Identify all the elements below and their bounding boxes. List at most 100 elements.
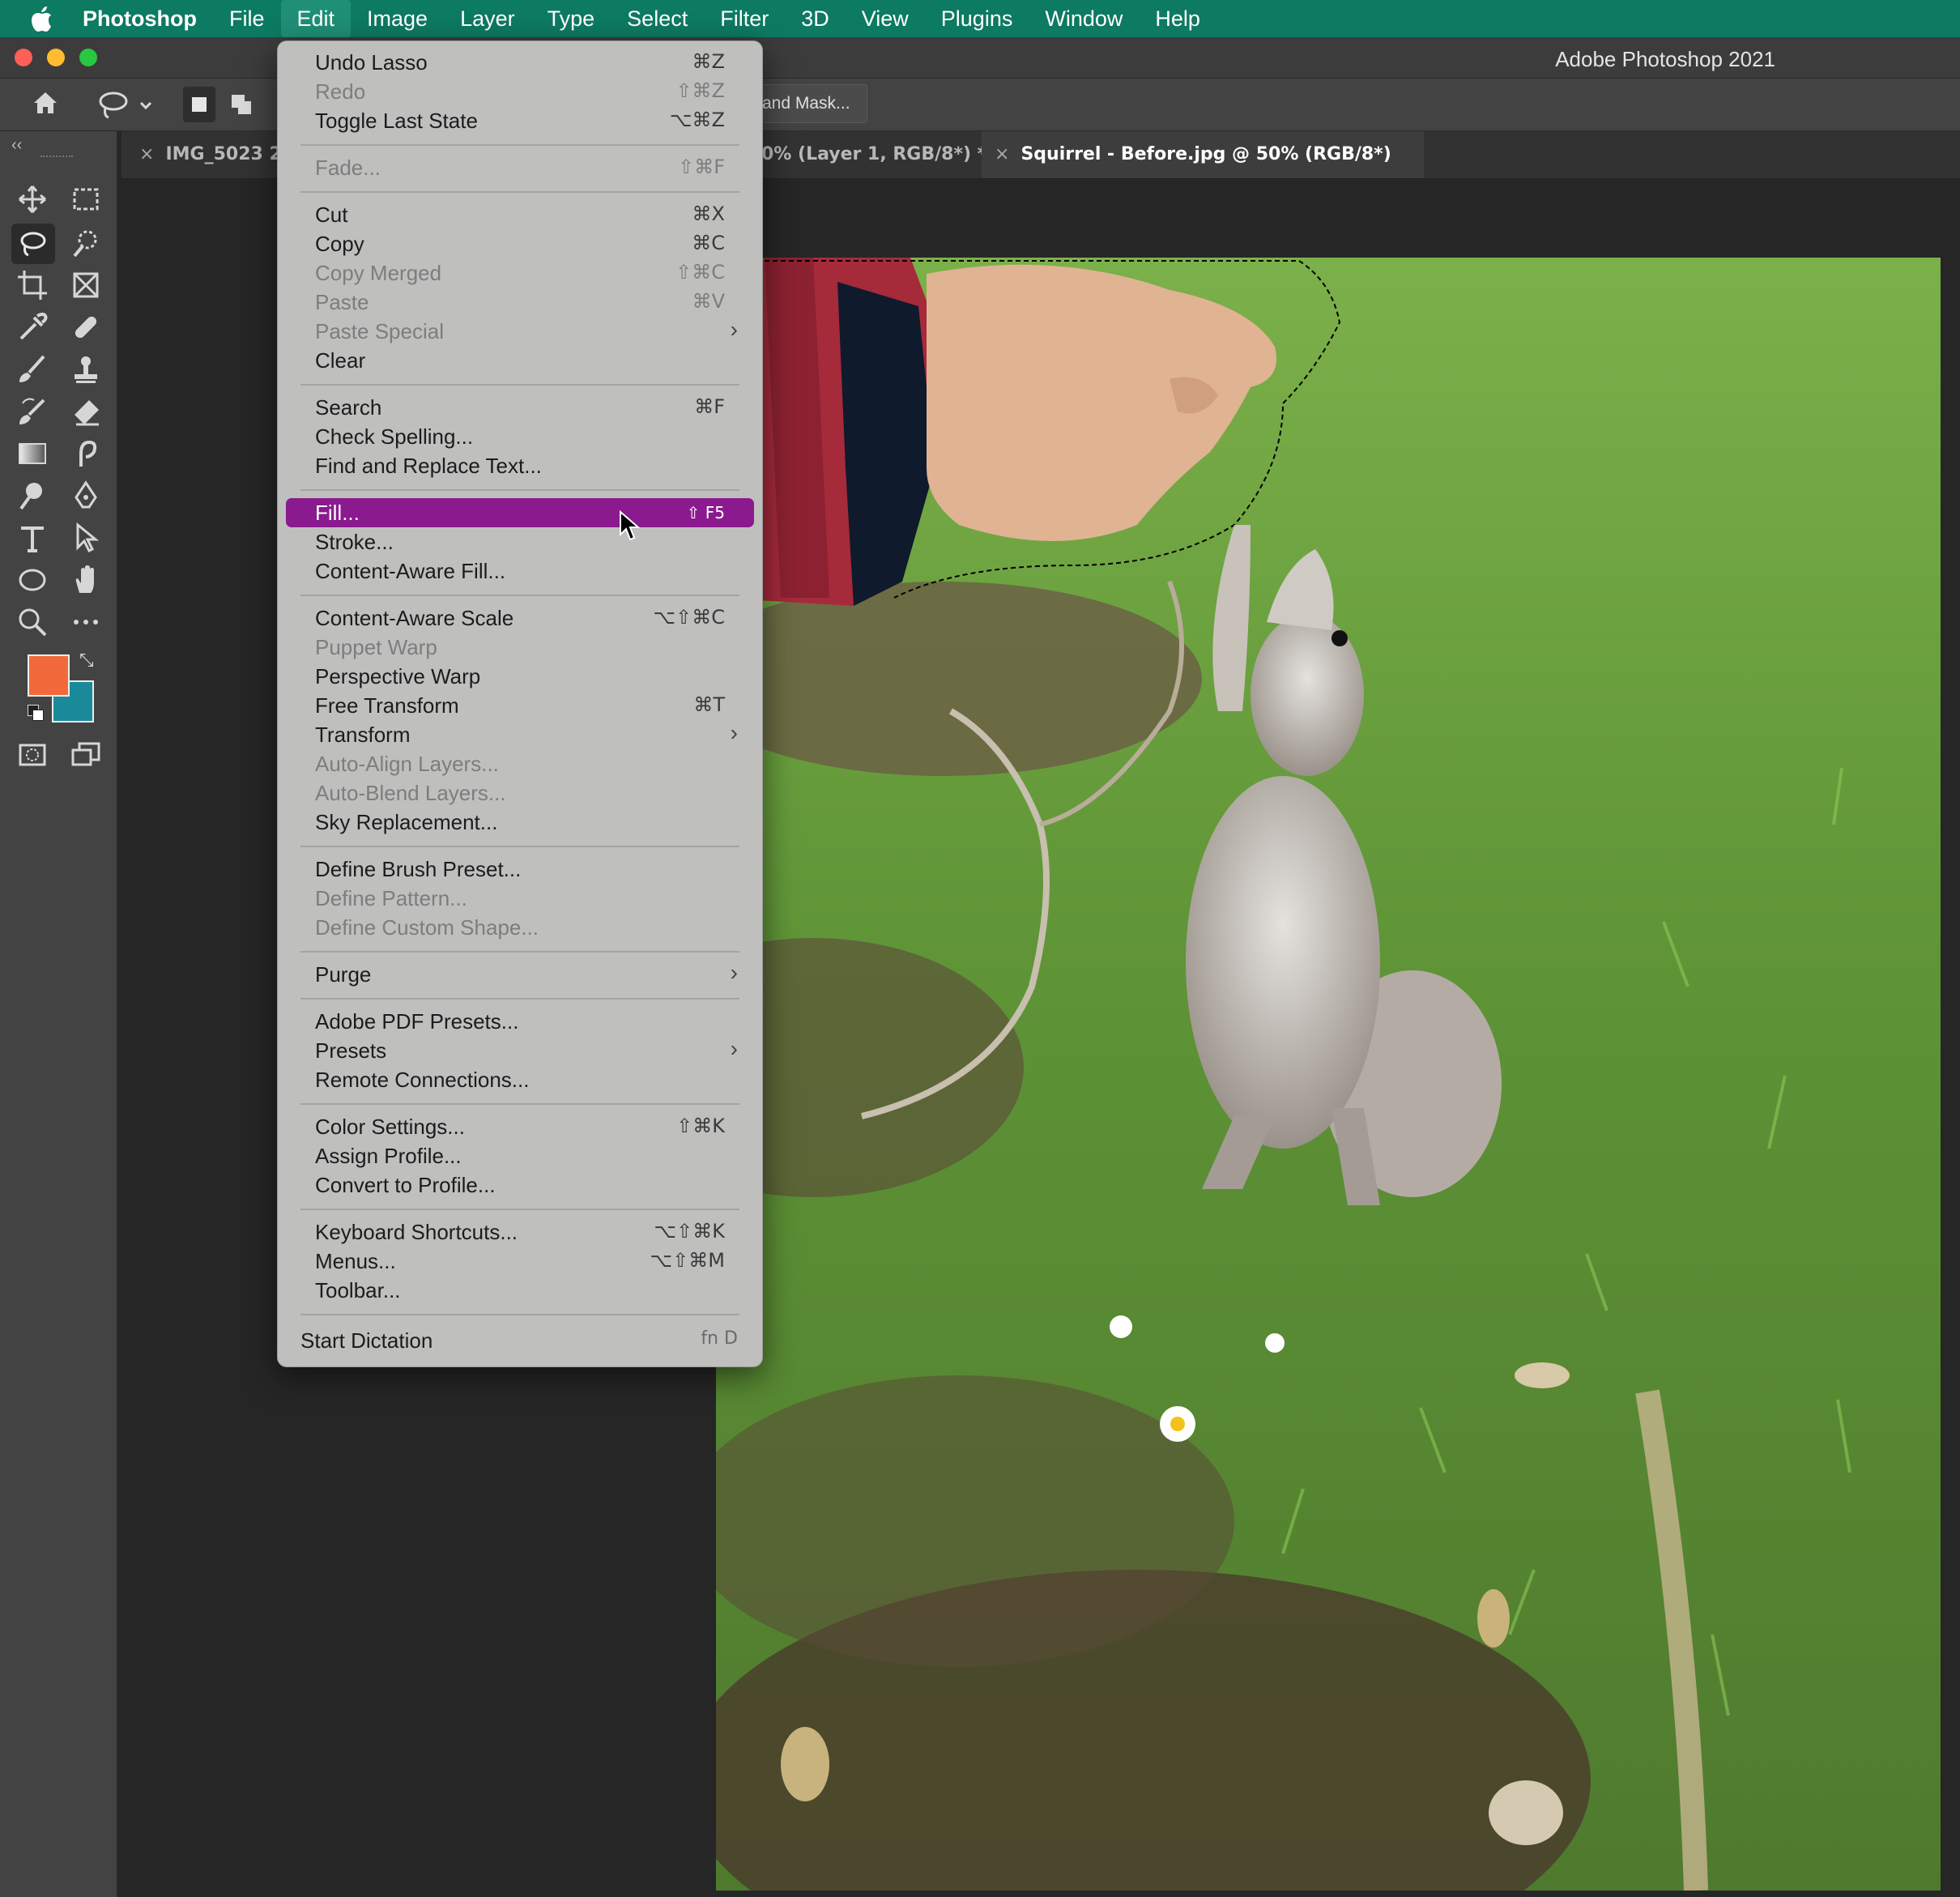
new-selection-button[interactable] [183, 87, 215, 122]
healing-brush-tool-icon[interactable] [70, 311, 102, 343]
menu-item-sky-replacement[interactable]: Sky Replacement... [278, 808, 762, 837]
screen-mode-icon[interactable] [70, 739, 102, 771]
menu-item-toolbar[interactable]: Toolbar... [278, 1276, 762, 1305]
menu-edit[interactable]: Edit [280, 0, 352, 37]
menu-item-paste-special[interactable]: Paste Special › [278, 317, 762, 346]
lasso-preset-icon[interactable] [97, 87, 154, 122]
select-and-mask-button[interactable]: and Mask... [745, 84, 867, 123]
brush-tool-icon[interactable] [16, 353, 49, 386]
marquee-tool-icon[interactable] [70, 183, 102, 215]
menu-photoshop[interactable]: Photoshop [83, 0, 213, 37]
eraser-tool-icon[interactable] [70, 395, 102, 428]
menu-item-define-custom-shape[interactable]: Define Custom Shape... [278, 913, 762, 942]
menu-item-auto-align-layers[interactable]: Auto-Align Layers... [278, 749, 762, 778]
menu-item-keyboard-shortcuts[interactable]: Keyboard Shortcuts... ⌥⇧⌘K [278, 1217, 762, 1247]
menu-separator [300, 489, 739, 491]
apple-icon[interactable] [29, 5, 53, 32]
menu-item-toggle-last-state[interactable]: Toggle Last State ⌥⌘Z [278, 106, 762, 135]
tools-panel: ‹‹ ⤡ [0, 131, 117, 1897]
menu-layer[interactable]: Layer [444, 0, 531, 37]
frame-tool-icon[interactable] [70, 269, 102, 301]
menu-item-assign-profile[interactable]: Assign Profile... [278, 1141, 762, 1170]
menu-item-paste[interactable]: Paste ⌘V [278, 288, 762, 317]
lasso-tool-icon[interactable] [11, 224, 55, 264]
close-tab-icon[interactable]: × [995, 144, 1009, 164]
home-icon[interactable] [29, 87, 62, 119]
menu-item-content-aware-scale[interactable]: Content-Aware Scale ⌥⇧⌘C [278, 603, 762, 633]
foreground-color-swatch[interactable] [28, 654, 70, 697]
gradient-tool-icon[interactable] [16, 437, 49, 470]
menu-item-label: Auto-Blend Layers... [315, 781, 506, 805]
menu-item-undo-lasso[interactable]: Undo Lasso ⌘Z [278, 48, 762, 77]
quick-selection-tool-icon[interactable] [70, 227, 102, 259]
menu-item-stroke[interactable]: Stroke... [278, 527, 762, 556]
menu-item-perspective-warp[interactable]: Perspective Warp [278, 662, 762, 691]
menu-item-label: Transform [315, 723, 411, 747]
menu-separator [300, 951, 739, 953]
menu-item-adobe-pdf-presets[interactable]: Adobe PDF Presets... [278, 1007, 762, 1036]
crop-tool-icon[interactable] [16, 269, 49, 301]
menu-item-remote-connections[interactable]: Remote Connections... [278, 1065, 762, 1094]
menu-item-color-settings[interactable]: Color Settings... ⇧⌘K [278, 1112, 762, 1141]
menu-item-free-transform[interactable]: Free Transform ⌘T [278, 691, 762, 720]
menu-item-define-brush-preset[interactable]: Define Brush Preset... [278, 855, 762, 884]
zoom-tool-icon[interactable] [16, 606, 49, 638]
menu-item-puppet-warp[interactable]: Puppet Warp [278, 633, 762, 662]
close-tab-icon[interactable]: × [139, 144, 154, 164]
eyedropper-tool-icon[interactable] [16, 311, 49, 343]
menu-item-fill[interactable]: Fill... ⇧ F5 [286, 498, 754, 527]
menu-item-cut[interactable]: Cut ⌘X [278, 200, 762, 229]
quick-mask-icon[interactable] [16, 739, 49, 771]
menu-item-convert-to-profile[interactable]: Convert to Profile... [278, 1170, 762, 1200]
move-tool-icon[interactable] [16, 183, 49, 215]
menu-item-start-dictation[interactable]: Start Dictation fn D [278, 1326, 762, 1355]
menu-item-clear[interactable]: Clear [278, 346, 762, 375]
path-selection-tool-icon[interactable] [70, 522, 102, 554]
default-colors-icon[interactable] [28, 705, 44, 721]
menu-plugins[interactable]: Plugins [925, 0, 1029, 37]
menu-item-menus[interactable]: Menus... ⌥⇧⌘M [278, 1247, 762, 1276]
menu-item-copy[interactable]: Copy ⌘C [278, 229, 762, 258]
pen-tool-icon[interactable] [70, 480, 102, 512]
menu-item-presets[interactable]: Presets › [278, 1036, 762, 1065]
menu-item-find-replace[interactable]: Find and Replace Text... [278, 451, 762, 480]
menu-item-transform[interactable]: Transform › [278, 720, 762, 749]
menu-item-copy-merged[interactable]: Copy Merged ⇧⌘C [278, 258, 762, 288]
menu-image[interactable]: Image [351, 0, 444, 37]
menu-item-redo[interactable]: Redo ⇧⌘Z [278, 77, 762, 106]
zoom-window-button[interactable] [79, 49, 97, 66]
menu-3d[interactable]: 3D [785, 0, 846, 37]
smudge-tool-icon[interactable] [70, 437, 102, 470]
menu-item-define-pattern[interactable]: Define Pattern... [278, 884, 762, 913]
menu-type[interactable]: Type [531, 0, 611, 37]
app-title: Adobe Photoshop 2021 [1555, 47, 1775, 71]
add-to-selection-icon[interactable] [227, 87, 259, 122]
tab-squirrel-before[interactable]: × Squirrel - Before.jpg @ 50% (RGB/8*) [982, 131, 1424, 178]
panel-grip[interactable] [40, 156, 73, 160]
menu-item-auto-blend-layers[interactable]: Auto-Blend Layers... [278, 778, 762, 808]
swap-colors-icon[interactable]: ⤡ [79, 650, 94, 671]
menu-window[interactable]: Window [1029, 0, 1139, 37]
menu-file[interactable]: File [213, 0, 281, 37]
minimize-window-button[interactable] [47, 49, 65, 66]
menu-select[interactable]: Select [611, 0, 704, 37]
type-tool-icon[interactable] [16, 522, 49, 554]
menu-item-search[interactable]: Search ⌘F [278, 393, 762, 422]
menu-view[interactable]: View [846, 0, 925, 37]
clone-stamp-tool-icon[interactable] [70, 353, 102, 386]
menu-help[interactable]: Help [1139, 0, 1216, 37]
submenu-arrow-icon: › [730, 960, 738, 985]
more-tools-icon[interactable] [70, 606, 102, 638]
ellipse-tool-icon[interactable] [16, 564, 49, 596]
hand-tool-icon[interactable] [70, 564, 102, 596]
menu-item-purge[interactable]: Purge › [278, 960, 762, 989]
menu-filter[interactable]: Filter [704, 0, 785, 37]
document-canvas-photo[interactable] [716, 258, 1941, 1891]
collapse-panel-icon[interactable]: ‹‹ [11, 136, 22, 155]
menu-item-fade[interactable]: Fade... ⇧⌘F [278, 153, 762, 182]
menu-item-content-aware-fill[interactable]: Content-Aware Fill... [278, 556, 762, 586]
history-brush-tool-icon[interactable] [16, 395, 49, 428]
menu-item-check-spelling[interactable]: Check Spelling... [278, 422, 762, 451]
close-window-button[interactable] [15, 49, 32, 66]
dodge-tool-icon[interactable] [16, 480, 49, 512]
